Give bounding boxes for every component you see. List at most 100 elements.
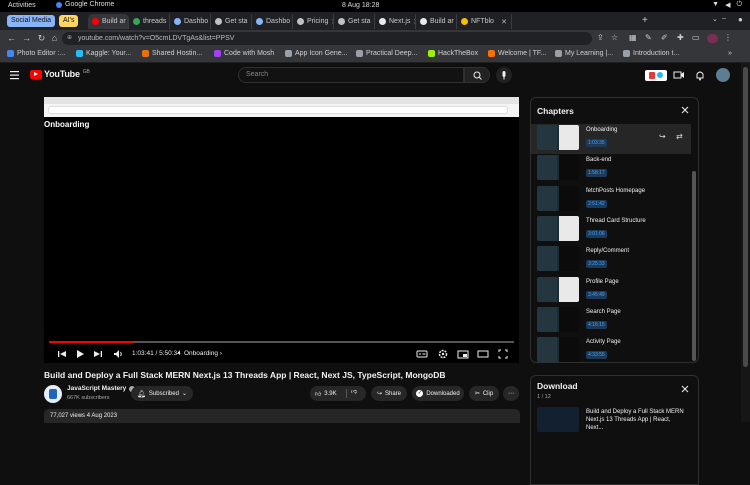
bookmark-star-icon[interactable]: ☆	[611, 33, 622, 44]
chapter-item[interactable]: Profile Page3:45:49	[531, 276, 691, 306]
like-button[interactable]: 👍︎ 3.9K	[315, 390, 337, 398]
close-download-icon[interactable]	[679, 383, 691, 395]
chapter-timestamp[interactable]: 3:45:49	[586, 291, 607, 299]
subtitles-icon[interactable]	[416, 348, 428, 360]
browser-tab[interactable]: threads✕	[129, 14, 170, 29]
tab-close-icon[interactable]: ✕	[501, 18, 507, 26]
browser-tab[interactable]: Build ar✕	[88, 14, 129, 29]
bookmark-item[interactable]: Practical Deep...	[356, 50, 417, 57]
fullscreen-icon[interactable]	[497, 348, 509, 360]
minimize-icon[interactable]: –	[722, 15, 726, 22]
share-button[interactable]: ↪ Share	[371, 386, 407, 401]
extension-badge[interactable]	[645, 70, 667, 81]
activities-button[interactable]: Activities	[8, 2, 36, 9]
chapter-item[interactable]: fetchPosts Homepage2:51:42	[531, 185, 691, 215]
back-icon[interactable]: ←	[6, 33, 17, 44]
chapter-item[interactable]: Search Page4:16:15	[531, 306, 691, 336]
extension-icon[interactable]: ▦	[629, 33, 640, 44]
browser-tab[interactable]: Get sta✕	[334, 14, 375, 29]
download-item-title[interactable]: Build and Deploy a Full Stack MERN Next.…	[586, 408, 686, 432]
previous-icon[interactable]	[56, 348, 68, 360]
search-input[interactable]: Search	[238, 67, 464, 83]
clip-button[interactable]: ✂ Clip	[469, 386, 499, 401]
download-item-thumbnail[interactable]	[537, 407, 579, 432]
close-chapters-icon[interactable]	[679, 104, 691, 116]
menu-kebab-icon[interactable]: ⋮	[724, 33, 735, 44]
browser-tab[interactable]: Get sta✕	[211, 14, 252, 29]
chapter-timestamp[interactable]: 4:33:55	[586, 351, 607, 359]
address-bar[interactable]: ⊕ youtube.com/watch?v=O5cmLDVTgAs&list=P…	[62, 32, 592, 45]
more-actions-button[interactable]: ⋯	[503, 386, 519, 401]
browser-tab[interactable]: Dashbo✕	[252, 14, 293, 29]
chapter-item[interactable]: Activity Page4:33:55	[531, 336, 691, 363]
chapter-loop-icon[interactable]: ⇄	[676, 132, 683, 141]
forward-icon[interactable]: →	[21, 33, 32, 44]
chapter-indicator[interactable]: Onboarding ›	[184, 350, 222, 357]
next-icon[interactable]	[92, 348, 104, 360]
browser-tab[interactable]: Build ar✕	[416, 14, 457, 29]
bookmark-item[interactable]: My Learning |...	[555, 50, 613, 57]
channel-avatar[interactable]	[44, 385, 62, 403]
home-icon[interactable]: ⌂	[49, 33, 60, 44]
browser-tab[interactable]: Pricing✕	[293, 14, 334, 29]
reload-icon[interactable]: ↻	[36, 33, 47, 44]
browser-tab[interactable]: Dashbo✕	[170, 14, 211, 29]
more-bookmarks-icon[interactable]: »	[728, 50, 732, 57]
site-info-icon[interactable]: ⊕	[67, 32, 72, 45]
bookmark-item[interactable]: HackTheBox	[428, 50, 478, 57]
bookmark-item[interactable]: Kaggle: Your...	[76, 50, 131, 57]
subscribed-button[interactable]: 🔔︎ Subscribed ⌄	[131, 386, 193, 401]
bookmark-item[interactable]: Introduction t...	[623, 50, 679, 57]
tab-search-icon[interactable]: ⌄	[712, 15, 718, 23]
channel-name[interactable]: JavaScript Mastery	[67, 385, 135, 392]
system-tray[interactable]: ▼ ◀ ⏻	[712, 1, 742, 9]
volume-icon[interactable]	[112, 348, 124, 360]
new-tab-button[interactable]: +	[642, 15, 648, 26]
chapter-timestamp[interactable]: 2:51:42	[586, 200, 607, 208]
miniplayer-icon[interactable]	[457, 348, 469, 360]
chapter-item[interactable]: Reply/Comment3:25:33	[531, 245, 691, 275]
sidebar-icon[interactable]: ▭	[692, 33, 703, 44]
voice-search-button[interactable]	[496, 67, 512, 83]
chapter-timestamp[interactable]: 1:03:35	[586, 139, 607, 147]
chapters-scrollbar[interactable]	[692, 171, 696, 361]
eyedropper-icon[interactable]: ✐	[661, 33, 672, 44]
profile-icon[interactable]	[707, 34, 718, 43]
app-menu[interactable]: Google Chrome	[56, 1, 114, 8]
video-player[interactable]: Onboarding 1:03:41 / 5:50:34 • Onboardin…	[44, 97, 519, 363]
chapter-item[interactable]: Onboarding1:03:35↪⇄	[531, 124, 691, 154]
share-icon[interactable]: ⇪	[597, 33, 608, 44]
browser-tab[interactable]: Next.js✕	[375, 14, 416, 29]
bookmark-item[interactable]: App Icon Gene...	[285, 50, 348, 57]
clock[interactable]: 8 Aug 18:28	[342, 2, 379, 9]
theater-mode-icon[interactable]	[477, 348, 489, 360]
account-avatar[interactable]	[716, 68, 730, 82]
tab-group-0[interactable]: Social Media	[7, 15, 55, 27]
chapter-timestamp[interactable]: 1:58:17	[586, 169, 607, 177]
progress-bar[interactable]	[49, 341, 514, 343]
bookmark-item[interactable]: Shared Hostin...	[142, 50, 202, 57]
page-scrollbar[interactable]	[741, 63, 750, 422]
tab-group-1[interactable]: AI's	[59, 15, 78, 27]
bookmark-item[interactable]: Welcome | TF...	[488, 50, 546, 57]
notifications-bell-icon[interactable]	[694, 69, 706, 81]
browser-tab[interactable]: NFTblo✕	[457, 14, 512, 29]
page-scrollbar-thumb[interactable]	[743, 67, 748, 367]
bookmark-item[interactable]: Photo Editor :...	[7, 50, 65, 57]
chapter-item[interactable]: Back-end1:58:17	[531, 154, 691, 184]
search-button[interactable]	[464, 67, 490, 83]
pen-icon[interactable]: ✎	[645, 33, 656, 44]
create-video-icon[interactable]	[673, 69, 685, 81]
close-window-icon[interactable]: ●	[738, 15, 743, 24]
settings-gear-icon[interactable]	[437, 348, 449, 360]
downloaded-button[interactable]: ✓ Downloaded	[412, 386, 464, 401]
description-box[interactable]: 77,027 views 4 Aug 2023	[44, 409, 520, 423]
chapter-share-icon[interactable]: ↪	[659, 132, 666, 141]
chapter-item[interactable]: Thread Card Structure3:01:06	[531, 215, 691, 245]
play-icon[interactable]	[74, 348, 86, 360]
dislike-button[interactable]: 👎︎	[351, 387, 357, 395]
bookmark-item[interactable]: Code with Mosh	[214, 50, 274, 57]
extensions-puzzle-icon[interactable]: ✚	[677, 33, 688, 44]
chapter-timestamp[interactable]: 4:16:15	[586, 321, 607, 329]
chapter-timestamp[interactable]: 3:01:06	[586, 230, 607, 238]
